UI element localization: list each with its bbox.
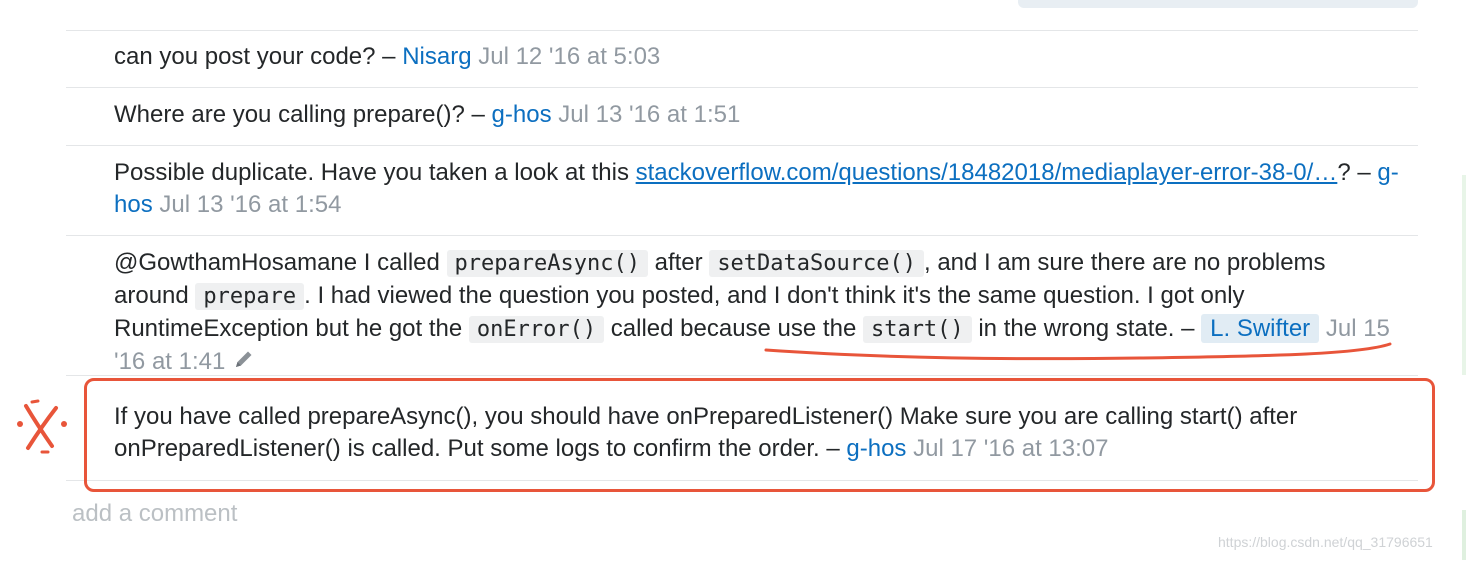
comment-user-link[interactable]: Nisarg: [402, 43, 471, 70]
comment-text: in the wrong state. –: [971, 315, 1202, 342]
comment-text: can you post your code? –: [114, 43, 403, 70]
comment-text: @GowthamHosamane I called: [114, 249, 447, 276]
divider: [66, 87, 1418, 88]
pencil-icon[interactable]: [233, 347, 255, 379]
comment-user-link-op[interactable]: L. Swifter: [1201, 314, 1320, 343]
comment-date-link[interactable]: Jul 12 '16 at 5:03: [478, 43, 660, 70]
comment-text: ? –: [1337, 159, 1378, 186]
comment-text: Where are you calling prepare()? –: [114, 101, 492, 128]
comment-date-link[interactable]: Jul 13 '16 at 1:51: [558, 101, 740, 128]
divider: [66, 375, 1418, 376]
comment-text: after: [647, 249, 710, 276]
inline-code: onError(): [468, 316, 605, 343]
comment-text: Possible duplicate. Have you taken a loo…: [114, 159, 636, 186]
comment-2: Where are you calling prepare()? – g-hos…: [114, 99, 1404, 131]
inline-code: start(): [862, 316, 972, 343]
comment-3: Possible duplicate. Have you taken a loo…: [114, 157, 1404, 221]
vote-indicator-strip: [1462, 175, 1466, 375]
watermark: https://blog.csdn.net/qq_31796651: [1218, 534, 1433, 550]
vote-indicator-strip-bottom: [1462, 510, 1466, 560]
duplicate-question-link[interactable]: stackoverflow.com/questions/18482018/med…: [636, 159, 1338, 186]
inline-code: prepareAsync(): [446, 250, 648, 277]
comment-text: called because use the: [604, 315, 863, 342]
annotation-x-mark-icon: [17, 399, 67, 454]
divider: [66, 145, 1418, 146]
top-panel-edge: [1018, 0, 1418, 8]
divider: [66, 30, 1418, 31]
comment-1: can you post your code? – Nisarg Jul 12 …: [114, 41, 1404, 73]
annotation-highlight-box: [84, 378, 1435, 492]
divider: [66, 235, 1418, 236]
comment-user-link[interactable]: g-hos: [492, 101, 552, 128]
add-comment-link[interactable]: add a comment: [72, 500, 237, 528]
annotation-underline-stroke: [764, 342, 1392, 361]
inline-code: setDataSource(): [709, 250, 924, 277]
inline-code: prepare: [195, 283, 305, 310]
comment-date-link[interactable]: Jul 13 '16 at 1:54: [159, 191, 341, 218]
